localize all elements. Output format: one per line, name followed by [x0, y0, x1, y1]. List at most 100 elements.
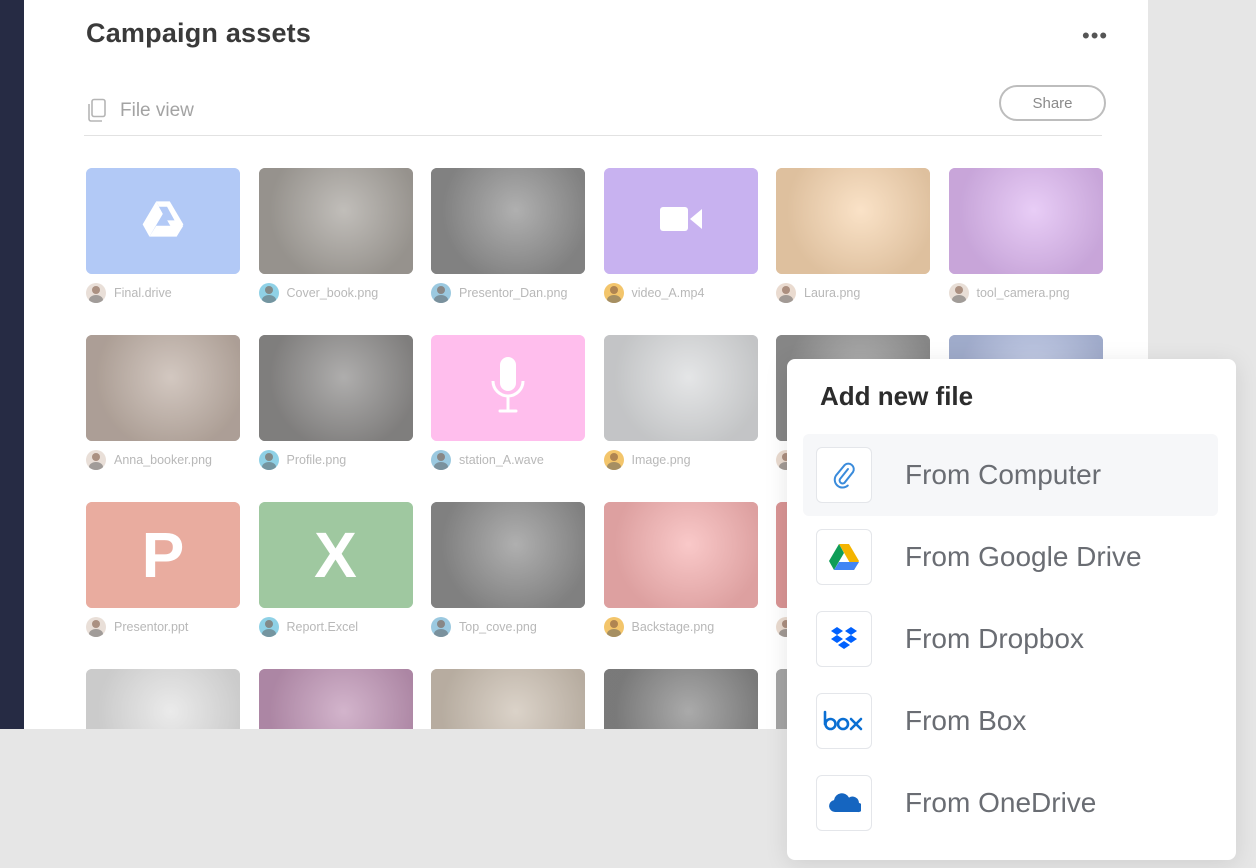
file-thumbnail: [258, 669, 413, 729]
file-view-label: File view: [120, 100, 194, 121]
more-options-button[interactable]: •••: [1082, 25, 1108, 47]
photo-content: [258, 168, 413, 274]
file-caption: Final.drive: [86, 283, 240, 303]
file-thumbnail: [86, 669, 240, 729]
file-caption: Presentor_Dan.png: [431, 283, 585, 303]
file-name: Top_cove.png: [459, 620, 537, 634]
file-caption: station_A.wave: [431, 450, 585, 470]
add-new-file-popup: Add new file From Computer From Google D…: [787, 359, 1236, 860]
file-name: Backstage.png: [631, 620, 715, 634]
avatar: [431, 450, 451, 470]
option-from-computer[interactable]: From Computer: [803, 434, 1218, 516]
file-caption: Anna_booker.png: [86, 450, 240, 470]
file-type-letter: X: [314, 519, 357, 591]
file-tile[interactable]: Presentor_Dan.png: [431, 168, 585, 303]
file-tile[interactable]: X Report.Excel: [258, 502, 413, 637]
file-caption: Report.Excel: [258, 617, 413, 637]
file-caption: Cover_book.png: [258, 283, 413, 303]
microphone-icon: [488, 355, 528, 422]
file-tile[interactable]: Anna_booker.png: [86, 335, 240, 470]
file-tile[interactable]: [603, 669, 758, 729]
file-tile[interactable]: Final.drive: [86, 168, 240, 303]
file-caption: Backstage.png: [603, 617, 758, 637]
file-tile[interactable]: [86, 669, 240, 729]
file-thumbnail: [603, 335, 758, 441]
avatar: [603, 617, 624, 637]
left-sidebar: [0, 0, 24, 729]
photo-content: [258, 335, 413, 441]
file-tile[interactable]: [431, 669, 585, 729]
file-name: Presentor_Dan.png: [459, 286, 568, 300]
share-button[interactable]: Share: [999, 85, 1106, 121]
photo-content: [431, 502, 585, 608]
file-tile[interactable]: video_A.mp4: [603, 168, 758, 303]
file-tile[interactable]: Laura.png: [776, 168, 930, 303]
file-thumbnail: [431, 669, 585, 729]
photo-content: [603, 669, 758, 729]
photo-content: [431, 669, 585, 729]
file-name: Final.drive: [114, 286, 172, 300]
page-title: Campaign assets: [86, 18, 312, 48]
file-thumbnail: [948, 168, 1103, 274]
option-from-box[interactable]: From Box: [803, 680, 1218, 762]
option-from-google-drive[interactable]: From Google Drive: [803, 516, 1218, 598]
file-caption: Presentor.ppt: [86, 617, 240, 637]
avatar: [948, 283, 969, 303]
file-name: Image.png: [631, 453, 691, 467]
popup-title: Add new file: [820, 381, 974, 411]
copy-icon: [86, 98, 108, 124]
option-from-dropbox[interactable]: From Dropbox: [803, 598, 1218, 680]
divider: [84, 135, 1102, 136]
avatar: [258, 617, 279, 637]
file-type-letter: P: [141, 519, 185, 591]
option-label: From Dropbox: [905, 623, 1084, 654]
file-thumbnail: [431, 168, 585, 274]
box-icon: [816, 693, 872, 749]
avatar: [86, 450, 106, 470]
file-tile[interactable]: [258, 669, 413, 729]
file-thumbnail: [258, 168, 413, 274]
file-name: tool_camera.png: [976, 286, 1070, 300]
file-caption: Image.png: [603, 450, 758, 470]
file-caption: tool_camera.png: [948, 283, 1103, 303]
file-thumbnail: X: [258, 502, 413, 608]
file-tile[interactable]: Image.png: [603, 335, 758, 470]
file-thumbnail: [431, 502, 585, 608]
video-camera-icon: [659, 205, 703, 238]
file-tile[interactable]: Top_cove.png: [431, 502, 585, 637]
file-thumbnail: [431, 335, 585, 441]
option-label: From OneDrive: [905, 787, 1097, 818]
option-from-onedrive[interactable]: From OneDrive: [803, 762, 1218, 844]
photo-content: [948, 168, 1103, 274]
file-tile[interactable]: Profile.png: [258, 335, 413, 470]
file-caption: Top_cove.png: [431, 617, 585, 637]
file-thumbnail: [86, 335, 240, 441]
avatar: [86, 283, 106, 303]
file-view-toggle[interactable]: File view: [86, 98, 194, 124]
file-tile[interactable]: P Presentor.ppt: [86, 502, 240, 637]
file-name: station_A.wave: [459, 453, 544, 467]
file-caption: Laura.png: [776, 283, 930, 303]
file-caption: Profile.png: [258, 450, 413, 470]
file-thumbnail: [603, 669, 758, 729]
file-name: Presentor.ppt: [114, 620, 189, 634]
google-drive-icon: [816, 529, 872, 585]
file-name: Cover_book.png: [286, 286, 379, 300]
file-name: Laura.png: [804, 286, 861, 300]
file-name: Anna_booker.png: [114, 453, 213, 467]
file-tile[interactable]: station_A.wave: [431, 335, 585, 470]
file-tile[interactable]: Cover_book.png: [258, 168, 413, 303]
file-name: Profile.png: [286, 453, 347, 467]
photo-content: [603, 502, 758, 608]
photo-content: [431, 168, 585, 274]
avatar: [86, 617, 106, 637]
file-thumbnail: [258, 335, 413, 441]
avatar: [431, 283, 451, 303]
file-name: video_A.mp4: [631, 286, 705, 300]
google-drive-icon: [141, 200, 185, 243]
photo-content: [86, 335, 240, 441]
file-tile[interactable]: Backstage.png: [603, 502, 758, 637]
file-thumbnail: [603, 502, 758, 608]
option-label: From Google Drive: [905, 541, 1142, 572]
file-tile[interactable]: tool_camera.png: [948, 168, 1103, 303]
